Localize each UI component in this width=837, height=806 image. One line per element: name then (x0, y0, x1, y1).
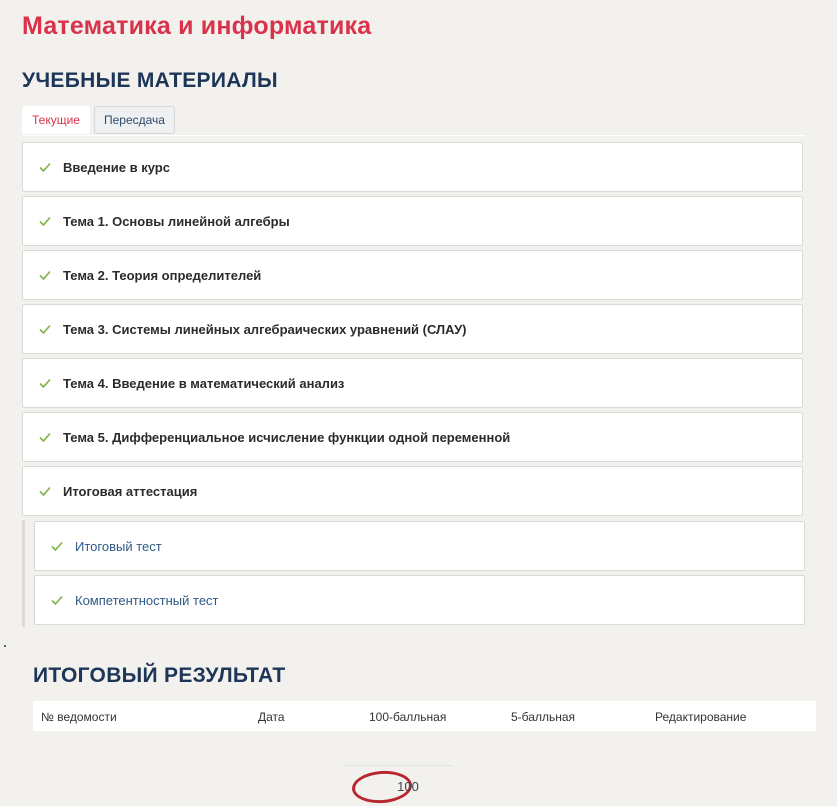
check-icon (38, 214, 52, 228)
module-topic-3[interactable]: Тема 3. Системы линейных алгебраических … (22, 304, 803, 354)
module-label: Тема 3. Системы линейных алгебраических … (63, 321, 467, 337)
col-score-100: 100-балльная (369, 710, 447, 724)
tab-retake[interactable]: Пересдача (93, 106, 175, 134)
module-label: Итоговая аттестация (63, 483, 198, 499)
module-label: Тема 1. Основы линейной алгебры (63, 213, 290, 229)
materials-heading: УЧЕБНЫЕ МАТЕРИАЛЫ (22, 69, 278, 92)
stray-dot (4, 645, 6, 647)
submodule-indent-bar (22, 520, 25, 627)
materials-tabs: Текущие Пересдача (22, 106, 175, 134)
row-divider (343, 765, 453, 766)
submodule-competency-test[interactable]: Компетентностный тест (34, 575, 805, 625)
check-icon (50, 539, 64, 553)
tab-current[interactable]: Текущие (22, 106, 90, 134)
check-icon (38, 376, 52, 390)
results-header-row: № ведомости Дата 100-балльная 5-балльная… (33, 701, 816, 731)
module-topic-4[interactable]: Тема 4. Введение в математический анализ (22, 358, 803, 408)
col-sheet-number: № ведомости (41, 710, 117, 724)
module-label: Тема 2. Теория определителей (63, 267, 262, 283)
results-heading: ИТОГОВЫЙ РЕЗУЛЬТАТ (33, 664, 286, 687)
module-topic-1[interactable]: Тема 1. Основы линейной алгебры (22, 196, 803, 246)
module-intro[interactable]: Введение в курс (22, 142, 803, 192)
module-label: Тема 4. Введение в математический анализ (63, 375, 345, 391)
module-final-assessment[interactable]: Итоговая аттестация (22, 466, 803, 516)
results-table: № ведомости Дата 100-балльная 5-балльная… (33, 701, 816, 806)
module-topic-2[interactable]: Тема 2. Теория определителей (22, 250, 803, 300)
check-icon (38, 268, 52, 282)
col-edit: Редактирование (655, 710, 747, 724)
tabs-divider (22, 135, 805, 136)
course-title: Математика и информатика (22, 12, 372, 40)
check-icon (38, 160, 52, 174)
check-icon (38, 484, 52, 498)
submodule-link[interactable]: Итоговый тест (75, 539, 162, 554)
col-score-5: 5-балльная (511, 710, 575, 724)
col-date: Дата (258, 710, 285, 724)
submodule-link[interactable]: Компетентностный тест (75, 593, 219, 608)
submodule-final-test[interactable]: Итоговый тест (34, 521, 805, 571)
module-topic-5[interactable]: Тема 5. Дифференциальное исчисление функ… (22, 412, 803, 462)
check-icon (38, 322, 52, 336)
table-row: 100 (33, 731, 816, 806)
check-icon (50, 593, 64, 607)
check-icon (38, 430, 52, 444)
module-label: Введение в курс (63, 159, 170, 175)
module-label: Тема 5. Дифференциальное исчисление функ… (63, 429, 511, 445)
score-100-value: 100 (397, 779, 419, 794)
